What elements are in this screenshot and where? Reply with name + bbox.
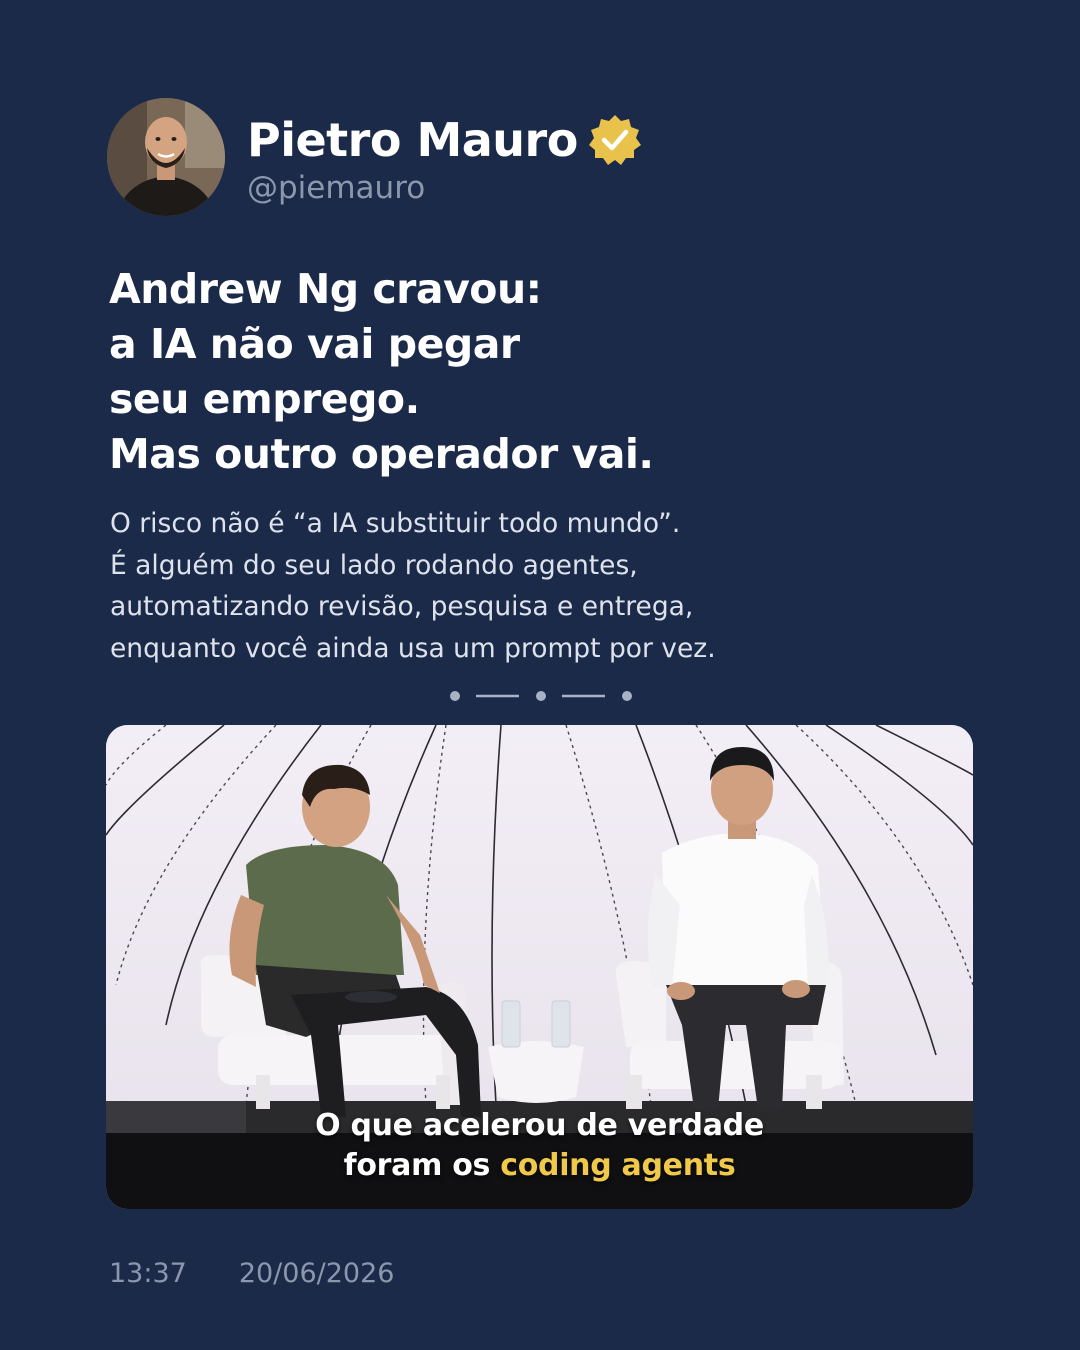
body-line: O risco não é “a IA substituir todo mund…	[110, 508, 681, 539]
caption-highlight: coding agents	[500, 1148, 736, 1183]
avatar-photo	[107, 98, 225, 216]
verified-badge-icon	[588, 115, 641, 165]
body-line: enquanto você ainda usa um prompt por ve…	[110, 632, 716, 664]
body-line: automatizando revisão, pesquisa e entreg…	[110, 591, 694, 622]
video-media[interactable]: O que acelerou de verdade foram os codin…	[106, 725, 973, 1209]
post-metadata: 13:37 20/06/2026	[109, 1258, 394, 1289]
headline-line: seu emprego.	[109, 375, 420, 423]
headline-line: Andrew Ng cravou:	[109, 265, 542, 313]
caption-line: O que acelerou de verdade	[315, 1108, 764, 1143]
post-time[interactable]: 13:37	[109, 1258, 187, 1289]
author-handle[interactable]: @piemauro	[247, 170, 425, 206]
author-name-row: Pietro Mauro	[247, 112, 642, 168]
separator-ornament	[449, 689, 633, 703]
body-line: É alguém do seu lado rodando agentes,	[110, 549, 638, 581]
author-avatar[interactable]	[107, 98, 225, 216]
post-body: O risco não é “a IA substituir todo mund…	[110, 503, 1010, 669]
post-date[interactable]: 20/06/2026	[239, 1258, 395, 1289]
caption-line: foram os coding agents	[106, 1146, 973, 1186]
author-name[interactable]: Pietro Mauro	[247, 113, 578, 167]
post-headline: Andrew Ng cravou: a IA não vai pegar seu…	[109, 262, 1009, 482]
headline-line: a IA não vai pegar	[109, 320, 520, 368]
headline-line: Mas outro operador vai.	[109, 430, 654, 478]
video-caption: O que acelerou de verdade foram os codin…	[106, 1106, 973, 1186]
caption-text: foram os	[343, 1148, 501, 1183]
